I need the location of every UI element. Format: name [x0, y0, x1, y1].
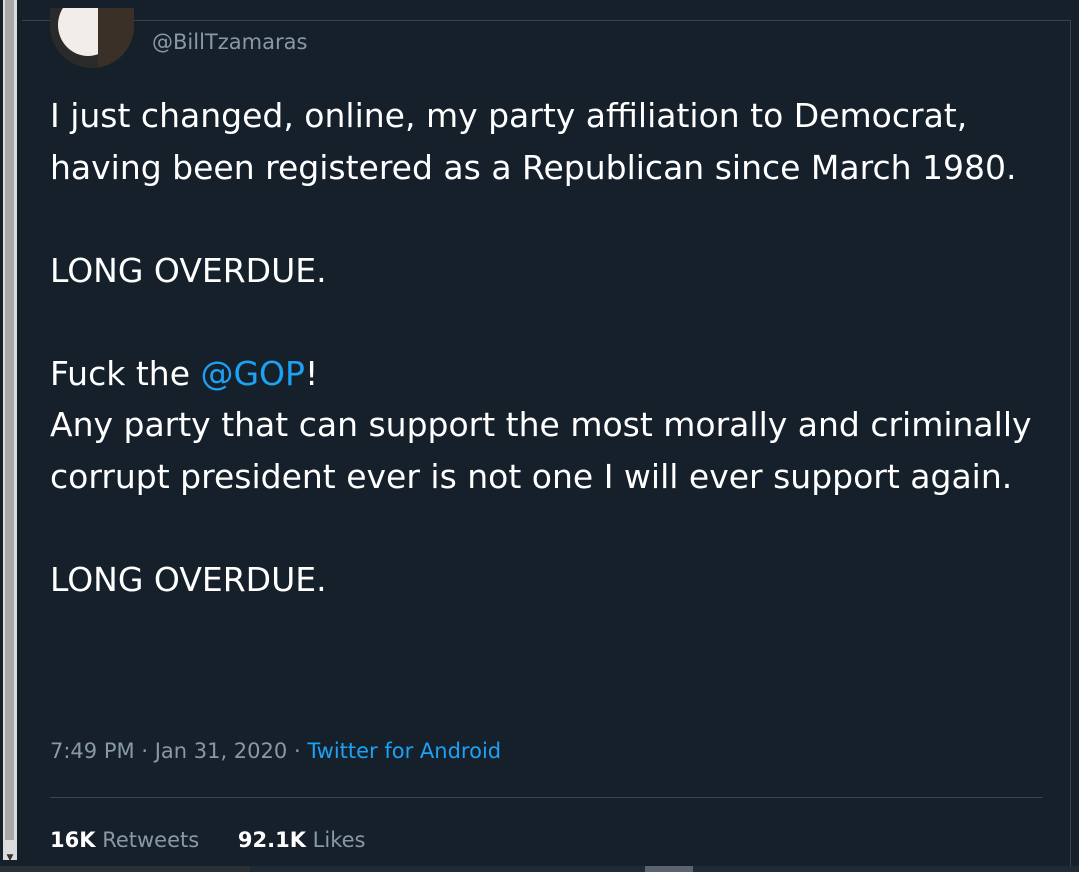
divider	[50, 797, 1043, 798]
tweet-paragraph: LONG OVERDUE.	[50, 250, 327, 290]
tweet-text-fragment: !	[304, 353, 319, 393]
tweet-paragraph: Any party that can support the most mora…	[50, 405, 1032, 496]
likes-stat[interactable]: 92.1K Likes	[238, 828, 366, 852]
avatar[interactable]	[50, 8, 134, 68]
retweets-count: 16K	[50, 828, 96, 852]
tweet-metadata: 7:49 PM · Jan 31, 2020 · Twitter for And…	[50, 739, 501, 763]
tweet-window: ▼ @BillTzamaras I just changed, online, …	[0, 0, 1079, 872]
likes-count: 92.1K	[237, 828, 306, 852]
likes-label: Likes	[312, 828, 366, 852]
tweet-stats: 16K Retweets 92.1K Likes	[50, 828, 397, 852]
retweets-label: Retweets	[102, 828, 200, 852]
retweets-stat[interactable]: 16K Retweets	[50, 828, 199, 852]
scrollbar-thumb[interactable]	[5, 0, 14, 840]
avatar-background	[98, 8, 134, 68]
user-handle[interactable]: @BillTzamaras	[152, 30, 307, 54]
taskbar-edge	[0, 866, 1079, 872]
tweet-body: I just changed, online, my party affilia…	[50, 90, 1060, 605]
vertical-scrollbar[interactable]: ▼	[0, 0, 22, 872]
tweet-paragraph: Fuck the @GOP!	[50, 348, 1060, 400]
separator: ·	[293, 739, 301, 763]
tweet-text-fragment: Fuck the	[50, 353, 201, 393]
chevron-down-icon[interactable]: ▼	[4, 852, 16, 864]
tweet-time[interactable]: 7:49 PM	[50, 739, 135, 763]
tweet-date[interactable]: Jan 31, 2020	[155, 739, 288, 763]
tweet-paragraph: LONG OVERDUE.	[50, 559, 327, 599]
right-divider	[1070, 20, 1071, 872]
taskbar-segment	[0, 866, 250, 872]
tweet-source-link[interactable]: Twitter for Android	[307, 739, 501, 763]
taskbar-segment	[645, 866, 693, 872]
top-divider	[22, 20, 1071, 21]
mention-link[interactable]: @GOP	[200, 354, 304, 393]
tweet-paragraph: I just changed, online, my party affilia…	[50, 96, 1017, 187]
separator: ·	[141, 739, 148, 763]
